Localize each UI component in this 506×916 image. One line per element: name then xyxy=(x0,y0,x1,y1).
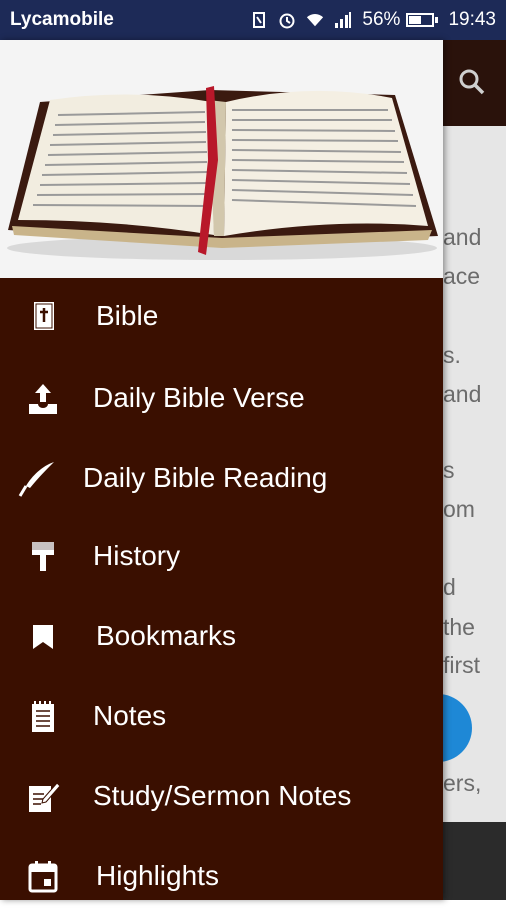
menu-label-history: History xyxy=(93,540,181,571)
menu-label-bookmarks: Bookmarks xyxy=(96,620,237,651)
inbox-upload-icon xyxy=(24,380,62,418)
background-text: d xyxy=(443,574,456,600)
background-text: om xyxy=(443,496,475,522)
background-text: ace xyxy=(443,263,481,289)
signal-icon xyxy=(334,11,352,29)
notepad-icon xyxy=(24,698,62,736)
drawer-header-image xyxy=(0,40,443,278)
menu-item-bible[interactable]: Bible xyxy=(0,278,443,356)
edit-note-icon xyxy=(24,778,62,816)
alarm-icon xyxy=(278,11,296,29)
status-bar: Lycamobile 56% 19:43 xyxy=(0,0,506,40)
menu-item-bookmarks[interactable]: Bookmarks xyxy=(0,598,443,676)
menu-label-highlights: Highlights xyxy=(96,860,219,891)
menu-item-history[interactable]: History xyxy=(0,518,443,596)
background-text: and xyxy=(443,381,482,407)
menu-label-bible: Bible xyxy=(96,300,159,331)
calendar-icon xyxy=(24,858,62,896)
brush-icon xyxy=(24,538,62,576)
open-bible-illustration xyxy=(0,40,443,278)
menu-label-notes: Notes xyxy=(93,700,167,731)
search-button[interactable] xyxy=(452,62,492,102)
battery-percent: 56% xyxy=(362,9,401,30)
background-text: s. xyxy=(443,342,461,368)
bible-book-icon xyxy=(24,298,62,336)
background-text: the xyxy=(443,614,475,640)
menu-label-daily-bible-reading: Daily Bible Reading xyxy=(83,462,328,493)
menu-label-daily-bible-verse: Daily Bible Verse xyxy=(93,382,305,413)
wifi-icon xyxy=(306,11,324,29)
clock: 19:43 xyxy=(448,9,496,30)
search-icon xyxy=(459,69,485,95)
quill-pen-icon xyxy=(18,460,56,498)
background-text: s xyxy=(443,457,455,483)
menu-item-daily-bible-reading[interactable]: Daily Bible Reading xyxy=(0,440,443,518)
menu-item-daily-bible-verse[interactable]: Daily Bible Verse xyxy=(0,360,443,438)
battery-icon xyxy=(406,13,435,27)
nfc-icon xyxy=(250,11,268,29)
menu-label-study-sermon-notes: Study/Sermon Notes xyxy=(93,780,352,811)
bottom-bar xyxy=(443,822,506,900)
navigation-drawer: Bible Daily Bible Verse Daily Bible Read… xyxy=(0,40,443,900)
status-icons: 56% 19:43 xyxy=(250,9,496,31)
battery-status: 56% xyxy=(362,9,439,31)
menu-item-notes[interactable]: Notes xyxy=(0,678,443,756)
background-text: and xyxy=(443,224,482,250)
menu-item-study-sermon-notes[interactable]: Study/Sermon Notes xyxy=(0,758,443,836)
menu-item-highlights[interactable]: Highlights xyxy=(0,838,443,916)
carrier-name: Lycamobile xyxy=(10,9,114,30)
background-text: first xyxy=(443,652,481,678)
bookmark-icon xyxy=(24,618,62,656)
background-text: ers, xyxy=(443,770,482,796)
